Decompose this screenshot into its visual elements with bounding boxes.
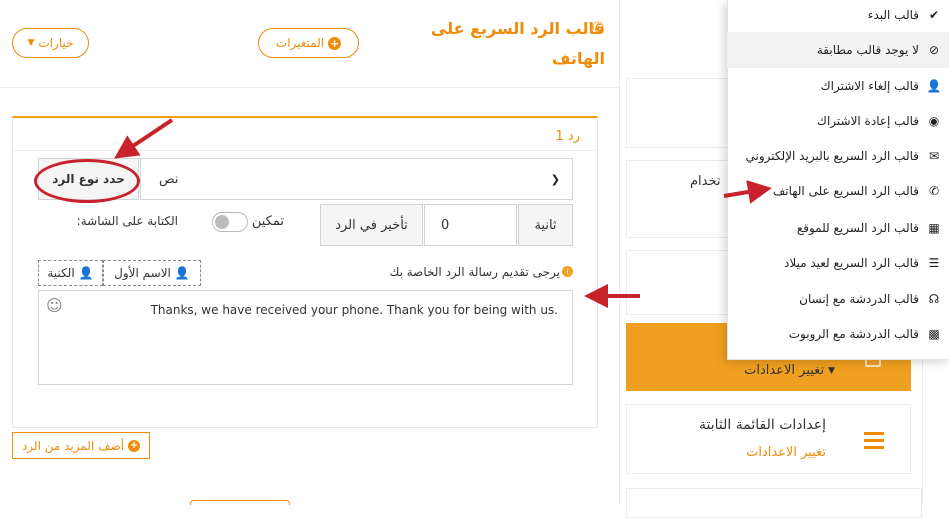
arrow-to-phone-item [723, 180, 772, 204]
arrow-to-reply-type [114, 118, 174, 159]
annotation-arrows [114, 118, 772, 308]
